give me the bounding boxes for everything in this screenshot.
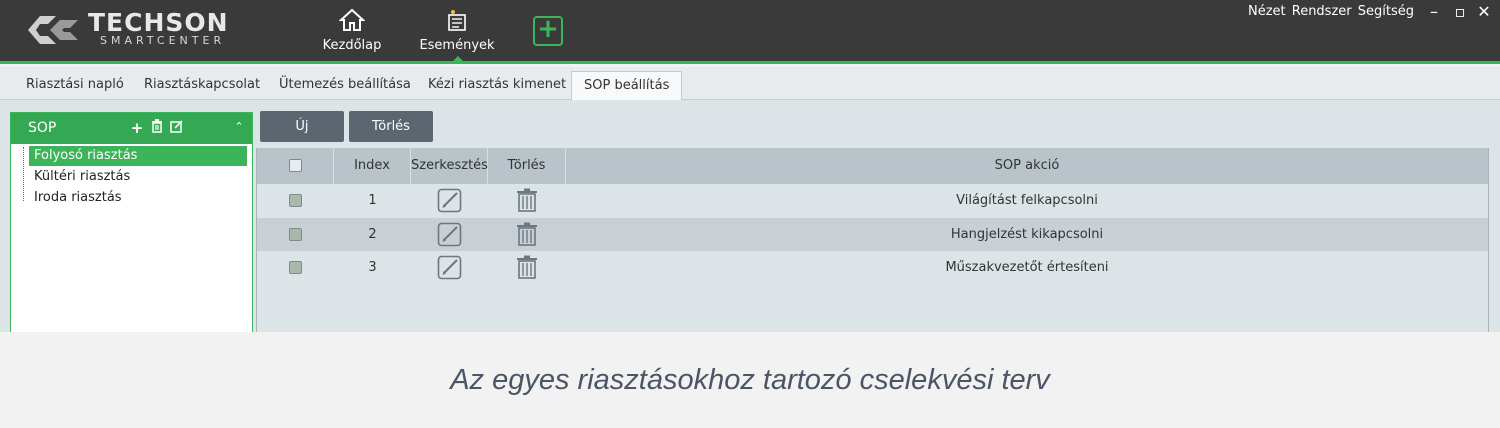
tab-bar: Riasztási napló Riasztáskapcsolat Ütemez… [0, 67, 1500, 101]
trash-icon[interactable] [516, 188, 538, 212]
sop-panel: SOP + ⌃ Folyosó riasztás Kültéri riasztá… [10, 112, 253, 334]
header-sop-action: SOP akció [994, 158, 1060, 173]
system-menu[interactable]: Nézet Rendszer Segítség [1248, 4, 1414, 19]
add-button[interactable]: + [533, 16, 563, 46]
sop-item[interactable]: Iroda riasztás [29, 188, 122, 208]
tree-connector [23, 147, 24, 201]
row-checkbox[interactable] [289, 228, 302, 241]
select-all-checkbox[interactable] [289, 159, 302, 172]
chevron-up-icon[interactable]: ⌃ [231, 120, 247, 133]
row-checkbox[interactable] [289, 194, 302, 207]
row-index: 2 [368, 227, 377, 242]
caption: Az egyes riasztásokhoz tartozó cselekvés… [0, 332, 1500, 428]
trash-icon[interactable] [516, 255, 538, 279]
sop-panel-header: SOP + ⌃ [11, 113, 252, 144]
new-button[interactable]: Új [260, 111, 344, 142]
nav-home-label: Kezdőlap [322, 38, 382, 53]
edit-icon[interactable] [437, 187, 463, 213]
minimize-icon[interactable]: – [1424, 2, 1444, 21]
edit-icon[interactable] [168, 119, 184, 137]
row-index: 3 [368, 260, 377, 275]
plus-icon[interactable]: + [129, 119, 145, 137]
app-logo: TECHSON SMARTCENTER [26, 10, 271, 50]
tab-manual-output[interactable]: Kézi riasztás kimenet [416, 71, 578, 100]
table-row: 3 Műszakvezetőt értesíteni [257, 251, 1488, 284]
tab-sop-settings[interactable]: SOP beállítás [571, 71, 683, 101]
header-select-all-cell [257, 148, 334, 184]
logo-wordmark: TECHSON [88, 8, 229, 37]
tab-schedule[interactable]: Ütemezés beállítása [267, 71, 423, 100]
plus-icon: + [537, 14, 559, 44]
sop-item[interactable]: Folyosó riasztás [29, 146, 247, 166]
main-content: SOP + ⌃ Folyosó riasztás Kültéri riasztá… [0, 100, 1500, 334]
row-sop-action: Hangjelzést kikapcsolni [950, 227, 1104, 242]
header-edit: Szerkesztés [411, 148, 488, 184]
events-icon [448, 10, 466, 31]
close-icon[interactable]: ✕ [1474, 2, 1494, 21]
home-icon [339, 8, 365, 31]
logo-mark-icon [28, 16, 78, 44]
table-header: Index Szerkesztés Törlés SOP akció [257, 148, 1488, 184]
active-nav-pointer [450, 56, 466, 64]
row-sop-action: Műszakvezetőt értesíteni [945, 260, 1109, 275]
header-index: Index [334, 148, 411, 184]
row-index: 1 [368, 193, 377, 208]
table-row: 2 Hangjelzést kikapcsolni [257, 218, 1488, 251]
edit-icon[interactable] [437, 221, 463, 247]
nav-events-label: Események [419, 38, 495, 53]
sop-item[interactable]: Kültéri riasztás [29, 167, 130, 187]
sop-panel-title: SOP [28, 120, 57, 136]
nav-events[interactable]: Események [415, 8, 499, 53]
trash-icon[interactable] [516, 222, 538, 246]
row-sop-action: Világítást felkapcsolni [956, 193, 1098, 208]
edit-icon[interactable] [437, 254, 463, 280]
row-checkbox[interactable] [289, 261, 302, 274]
trash-icon[interactable] [149, 119, 165, 137]
tab-alarm-linkage[interactable]: Riasztáskapcsolat [132, 71, 272, 100]
tab-alarm-log[interactable]: Riasztási napló [14, 71, 136, 100]
nav-home[interactable]: Kezdőlap [318, 8, 386, 53]
title-bar: TECHSON SMARTCENTER Kezdőlap Események +… [0, 0, 1500, 64]
table-row: 1 Világítást felkapcsolni [257, 184, 1488, 217]
sop-table: Index Szerkesztés Törlés SOP akció 1 Vil… [256, 148, 1489, 332]
logo-subtext: SMARTCENTER [100, 34, 226, 47]
maximize-icon[interactable]: ▫ [1450, 2, 1470, 21]
header-delete: Törlés [488, 148, 566, 184]
delete-button[interactable]: Törlés [349, 111, 433, 142]
